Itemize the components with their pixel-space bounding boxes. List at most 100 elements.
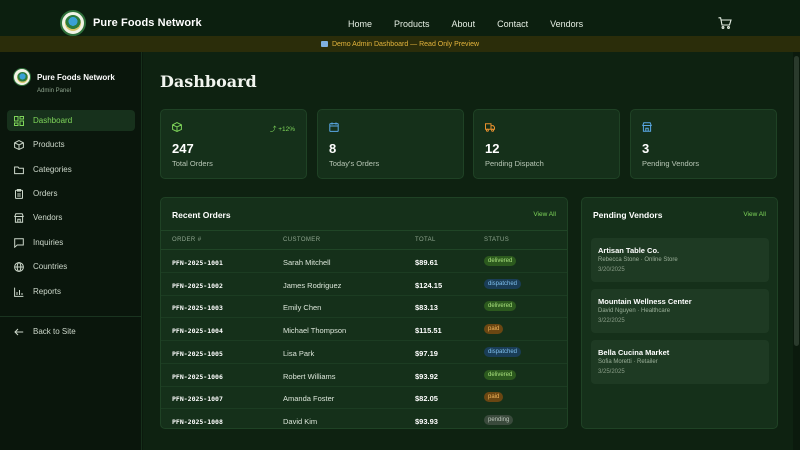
order-total: $89.61 bbox=[415, 258, 438, 267]
stat-value: 12 bbox=[485, 141, 500, 156]
vendor-card[interactable]: Mountain Wellness Center David Nguyen · … bbox=[591, 289, 769, 333]
table-row[interactable]: PFN-2025-1004 Michael Thompson $115.51 paid bbox=[161, 319, 567, 342]
order-id[interactable]: PFN-2025-1007 bbox=[172, 395, 223, 403]
sidebar-item-products[interactable]: Products bbox=[7, 134, 135, 155]
stat-card-total-orders: ⤴ +12% 247 Total Orders bbox=[160, 109, 307, 179]
message-icon bbox=[14, 237, 24, 248]
top-navbar: Pure Foods Network Home Products About C… bbox=[0, 0, 800, 36]
status-badge: pending bbox=[484, 414, 514, 425]
cart-icon[interactable] bbox=[718, 17, 732, 29]
panel-title: Recent Orders bbox=[172, 210, 231, 220]
table-row[interactable]: PFN-2025-1002 James Rodriguez $124.15 dispa… bbox=[161, 274, 567, 296]
sidebar-item-reports[interactable]: Reports bbox=[7, 281, 135, 302]
store-icon bbox=[14, 212, 24, 223]
status-badge: paid bbox=[484, 324, 504, 335]
vendor-date: 3/25/2025 bbox=[598, 369, 625, 375]
status-badge: paid bbox=[484, 392, 504, 403]
sidebar-item-vendors[interactable]: Vendors bbox=[7, 207, 135, 228]
order-customer: Michael Thompson bbox=[283, 326, 347, 336]
sidebar-item-label: Categories bbox=[33, 165, 72, 174]
column-header-customer: CUSTOMER bbox=[283, 237, 321, 243]
nav-link-vendors[interactable]: Vendors bbox=[550, 19, 583, 29]
sidebar-item-label: Inquiries bbox=[33, 238, 64, 247]
sidebar-subtitle: Admin Panel bbox=[37, 88, 72, 94]
folder-icon bbox=[14, 166, 24, 174]
order-id[interactable]: PFN-2025-1003 bbox=[172, 304, 223, 312]
status-badge: dispatched bbox=[484, 278, 522, 289]
table-row[interactable]: PFN-2025-1007 Amanda Foster $82.05 paid bbox=[161, 387, 567, 410]
store-icon bbox=[642, 122, 652, 132]
stat-card-todays-orders: 8 Today's Orders bbox=[317, 109, 464, 179]
order-total: $124.15 bbox=[415, 280, 443, 290]
vendor-date: 3/22/2025 bbox=[598, 318, 625, 324]
stat-label: Pending Vendors bbox=[642, 159, 700, 168]
clipboard-icon bbox=[15, 188, 23, 199]
sidebar-item-dashboard[interactable]: Dashboard bbox=[7, 110, 135, 131]
stat-card-pending-vendors: 3 Pending Vendors bbox=[630, 109, 777, 179]
sidebar-brand: Pure Foods Network bbox=[13, 68, 115, 86]
vendor-detail: Sofia Moretti · Retailer bbox=[598, 359, 658, 365]
status-badge: delivered bbox=[484, 256, 517, 266]
nav-link-contact[interactable]: Contact bbox=[497, 19, 528, 29]
sidebar-item-label: Vendors bbox=[33, 213, 63, 222]
grid-icon bbox=[14, 115, 24, 126]
vendor-name: Bella Cucina Market bbox=[598, 348, 670, 357]
order-customer: David Kim bbox=[283, 416, 318, 426]
table-row[interactable]: PFN-2025-1003 Emily Chen $83.13 delivered bbox=[161, 296, 567, 319]
vendor-name: Mountain Wellness Center bbox=[598, 297, 692, 306]
sidebar-item-inquiries[interactable]: Inquiries bbox=[7, 232, 135, 253]
main-content: Dashboard ⤴ +12% 247 Total Orders 8 Toda… bbox=[143, 52, 800, 450]
demo-banner: Demo Admin Dashboard — Read Only Preview bbox=[0, 36, 800, 52]
sidebar-item-label: Products bbox=[33, 140, 65, 149]
order-total: $115.51 bbox=[415, 326, 442, 336]
sidebar-item-label: Reports bbox=[33, 287, 62, 296]
status-badge: dispatched bbox=[484, 346, 522, 357]
sidebar-item-categories[interactable]: Categories bbox=[7, 159, 135, 180]
table-row[interactable]: PFN-2025-1008 David Kim $93.93 pending bbox=[161, 410, 567, 428]
order-id[interactable]: PFN-2025-1001 bbox=[172, 259, 223, 267]
stat-card-pending-dispatch: 12 Pending Dispatch bbox=[473, 109, 620, 179]
column-header-total: TOTAL bbox=[415, 237, 436, 243]
order-customer: James Rodriguez bbox=[283, 280, 342, 290]
stat-value: 8 bbox=[329, 141, 337, 156]
nav-link-products[interactable]: Products bbox=[394, 19, 430, 29]
calendar-icon bbox=[329, 122, 339, 132]
order-id[interactable]: PFN-2025-1005 bbox=[172, 350, 223, 358]
brand-name: Pure Foods Network bbox=[93, 17, 202, 29]
sidebar-divider bbox=[0, 316, 141, 317]
order-id[interactable]: PFN-2025-1006 bbox=[172, 373, 223, 381]
order-id[interactable]: PFN-2025-1002 bbox=[172, 282, 223, 290]
view-all-orders-link[interactable]: View All bbox=[533, 211, 556, 218]
vendor-name: Artisan Table Co. bbox=[598, 246, 660, 255]
order-customer: Robert Williams bbox=[283, 371, 336, 381]
status-badge: delivered bbox=[484, 369, 517, 380]
vendor-detail: David Nguyen · Healthcare bbox=[598, 308, 671, 314]
table-row[interactable]: PFN-2025-1001 Sarah Mitchell $89.61 deliver… bbox=[161, 251, 567, 273]
back-to-site-label: Back to Site bbox=[33, 327, 76, 336]
brand-link[interactable]: Pure Foods Network bbox=[60, 10, 202, 36]
banner-text: Demo Admin Dashboard — Read Only Preview bbox=[331, 40, 480, 48]
view-all-vendors-link[interactable]: View All bbox=[743, 211, 766, 218]
order-total: $97.19 bbox=[415, 348, 438, 358]
column-header-order: ORDER # bbox=[172, 237, 202, 243]
sidebar-item-countries[interactable]: Countries bbox=[7, 256, 135, 277]
nav-link-home[interactable]: Home bbox=[348, 19, 372, 29]
vendor-card[interactable]: Bella Cucina Market Sofia Moretti · Reta… bbox=[591, 340, 769, 384]
back-to-site-link[interactable]: Back to Site bbox=[7, 321, 135, 342]
trend-indicator: ⤴ +12% bbox=[270, 123, 295, 133]
nav-link-about[interactable]: About bbox=[452, 19, 476, 29]
order-id[interactable]: PFN-2025-1008 bbox=[172, 418, 223, 426]
order-customer: Lisa Park bbox=[283, 348, 315, 358]
page-scrollbar[interactable] bbox=[793, 52, 800, 450]
panel-title: Pending Vendors bbox=[593, 210, 663, 220]
scrollbar-thumb[interactable] bbox=[794, 56, 799, 346]
sidebar-item-orders[interactable]: Orders bbox=[7, 183, 135, 204]
pending-vendors-panel: Pending Vendors View All Artisan Table C… bbox=[581, 197, 778, 429]
vendor-card[interactable]: Artisan Table Co. Rebecca Stone · Online… bbox=[591, 238, 769, 282]
logo-icon bbox=[60, 10, 86, 36]
table-header: ORDER # CUSTOMER TOTAL STATUS bbox=[161, 230, 567, 250]
vendor-date: 3/20/2025 bbox=[598, 267, 625, 273]
table-row[interactable]: PFN-2025-1006 Robert Williams $93.92 delive… bbox=[161, 365, 567, 387]
table-row[interactable]: PFN-2025-1005 Lisa Park $97.19 dispatched bbox=[161, 342, 567, 364]
order-id[interactable]: PFN-2025-1004 bbox=[172, 327, 223, 335]
